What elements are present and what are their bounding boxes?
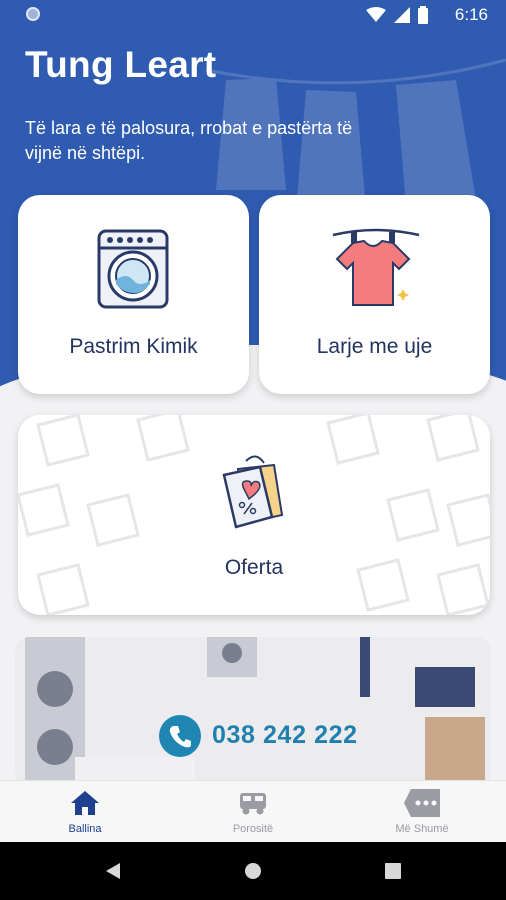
service-label-larje-me-uje: Larje me uje [316, 335, 433, 358]
app-title: Tung Leart [25, 44, 217, 85]
discount-tag-icon [222, 455, 284, 529]
service-card-pastrim-kimik[interactable]: Pastrim Kimik [18, 195, 249, 394]
app-subtitle: Të lara e të palosura, rrobat e pastërta… [25, 118, 353, 163]
nav-item-me-shume[interactable]: Më Shumë [372, 781, 472, 843]
recents-icon[interactable] [385, 863, 401, 879]
status-bar: 6:16 [0, 0, 506, 30]
notification-icon [26, 7, 40, 21]
system-navigation-bar [0, 842, 506, 900]
laundromat-illustration [25, 637, 485, 787]
nav-item-porosite[interactable]: Porositë [203, 781, 303, 843]
more-icon [404, 789, 440, 817]
signal-icon [394, 7, 410, 23]
phone-icon [159, 715, 201, 757]
battery-icon [418, 6, 428, 24]
nav-label-ballina: Ballina [68, 823, 102, 835]
offers-label: Oferta [224, 556, 284, 579]
offers-card[interactable]: Oferta [18, 415, 490, 615]
wifi-icon [366, 7, 386, 22]
status-time: 6:16 [454, 5, 488, 24]
service-label-pastrim-kimik: Pastrim Kimik [69, 335, 198, 358]
nav-item-ballina[interactable]: Ballina [35, 781, 135, 843]
home-button-icon[interactable] [244, 862, 262, 880]
nav-label-me-shume: Më Shumë [395, 823, 449, 835]
home-icon [71, 791, 99, 815]
back-icon[interactable] [104, 862, 122, 880]
contact-banner[interactable]: 038 242 222 [15, 637, 491, 787]
nav-label-porosite: Porositë [232, 823, 274, 835]
delivery-van-icon [240, 793, 266, 815]
phone-number[interactable]: 038 242 222 [212, 721, 358, 750]
service-card-larje-me-uje[interactable]: Larje me uje [259, 195, 490, 394]
bottom-navigation: Ballina Porositë Më Shumë [0, 780, 506, 842]
tshirt-hanger-icon [332, 228, 420, 306]
washing-machine-icon [97, 229, 169, 309]
